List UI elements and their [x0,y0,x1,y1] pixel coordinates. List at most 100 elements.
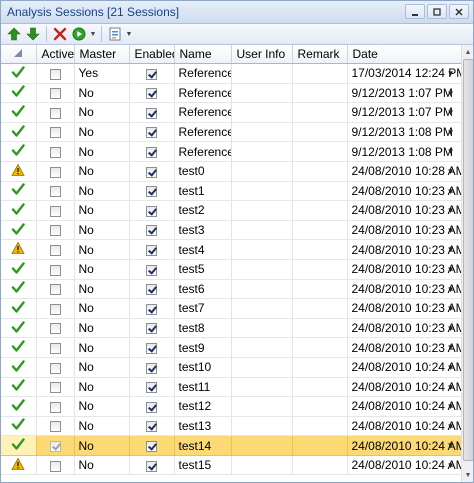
date-cell[interactable]: 24/08/2010 10:24 AM ▼ [347,357,462,378]
active-checkbox[interactable] [49,166,61,178]
active-cell[interactable] [36,318,75,339]
date-dropdown-button[interactable]: ▼ [447,441,455,450]
table-row[interactable]: No Reference2 9/12/2013 1:07 PM▼ [1,83,462,104]
remark-cell[interactable] [292,220,348,241]
date-cell[interactable]: 24/08/2010 10:24 AM ▼ [347,377,462,398]
name-cell[interactable]: Reference2 [174,83,232,104]
name-cell[interactable]: Reference3 [174,102,232,123]
table-row[interactable]: No test14 24/08/2010 10:24 AM ▼ [1,435,462,456]
enabled-cell[interactable] [129,337,175,358]
enabled-cell[interactable] [129,181,175,202]
active-cell[interactable] [36,416,75,437]
date-cell[interactable]: 24/08/2010 10:23 AM ▼ [347,318,462,339]
remark-cell[interactable] [292,141,348,162]
active-checkbox[interactable] [49,225,61,237]
user-info-cell[interactable] [231,416,293,437]
remark-cell[interactable] [292,396,348,417]
table-row[interactable]: No test11 24/08/2010 10:24 AM ▼ [1,377,462,398]
enabled-cell[interactable] [129,141,175,162]
active-cell[interactable] [36,63,75,84]
name-cell[interactable]: test12 [174,396,232,417]
active-cell[interactable] [36,298,75,319]
enabled-checkbox[interactable] [146,440,157,452]
table-row[interactable]: No test6 24/08/2010 10:23 AM ▼ [1,279,462,300]
table-row[interactable]: No Reference5 9/12/2013 1:08 PM▼ [1,141,462,162]
table-row[interactable]: No test5 24/08/2010 10:23 AM ▼ [1,259,462,280]
table-row[interactable]: No test13 24/08/2010 10:24 AM ▼ [1,416,462,437]
enabled-checkbox[interactable] [146,68,157,80]
active-checkbox[interactable] [49,421,61,433]
name-cell[interactable]: test2 [174,200,232,221]
remark-cell[interactable] [292,455,348,476]
scroll-thumb[interactable] [463,59,473,461]
enabled-checkbox[interactable] [146,323,157,335]
active-cell[interactable] [36,181,75,202]
vertical-scrollbar[interactable]: ▲ ▼ [461,45,473,482]
enabled-cell[interactable] [129,161,175,182]
minimize-button[interactable] [405,4,425,19]
scroll-up-button[interactable]: ▲ [463,46,473,58]
enabled-cell[interactable] [129,416,175,437]
remark-cell[interactable] [292,377,348,398]
user-info-cell[interactable] [231,435,293,456]
active-cell[interactable] [36,220,75,241]
enabled-cell[interactable] [129,318,175,339]
enabled-checkbox[interactable] [146,107,157,119]
enabled-checkbox[interactable] [146,460,157,472]
active-checkbox[interactable] [49,68,61,80]
table-row[interactable]: No Reference4 9/12/2013 1:08 PM▼ [1,122,462,143]
name-cell[interactable]: test14 [174,435,232,456]
active-checkbox[interactable] [49,127,61,139]
user-info-cell[interactable] [231,357,293,378]
date-cell[interactable]: 24/08/2010 10:23 AM ▼ [347,298,462,319]
user-info-cell[interactable] [231,239,293,260]
column-header-date[interactable]: Date [347,45,462,64]
enabled-checkbox[interactable] [146,127,157,139]
date-cell[interactable]: 24/08/2010 10:24 AM ▼ [347,396,462,417]
date-dropdown-button[interactable]: ▼ [447,285,455,294]
run-button[interactable] [70,25,88,43]
date-cell[interactable]: 9/12/2013 1:07 PM ▼ [347,102,462,123]
active-checkbox[interactable] [49,107,61,119]
user-info-cell[interactable] [231,83,293,104]
table-row[interactable]: No test10 24/08/2010 10:24 AM ▼ [1,357,462,378]
active-checkbox[interactable] [49,88,61,100]
remark-cell[interactable] [292,298,348,319]
remark-cell[interactable] [292,279,348,300]
name-cell[interactable]: test0 [174,161,232,182]
enabled-cell[interactable] [129,102,175,123]
name-cell[interactable]: Reference4 [174,122,232,143]
date-cell[interactable]: 24/08/2010 10:23 AM ▼ [347,337,462,358]
scroll-down-button[interactable]: ▼ [463,469,473,481]
date-dropdown-button[interactable]: ▼ [447,69,455,78]
delete-button[interactable] [51,25,69,43]
user-info-cell[interactable] [231,63,293,84]
name-cell[interactable]: Reference5 [174,141,232,162]
user-info-cell[interactable] [231,455,293,476]
name-cell[interactable]: test11 [174,377,232,398]
remark-cell[interactable] [292,200,348,221]
date-cell[interactable]: 24/08/2010 10:24 AM ▼ [347,455,462,476]
active-cell[interactable] [36,141,75,162]
table-row[interactable]: No test1 24/08/2010 10:23 AM ▼ [1,181,462,202]
remark-cell[interactable] [292,63,348,84]
enabled-checkbox[interactable] [146,264,157,276]
name-cell[interactable]: test5 [174,259,232,280]
enabled-cell[interactable] [129,259,175,280]
name-cell[interactable]: test10 [174,357,232,378]
active-checkbox[interactable] [49,147,61,158]
date-dropdown-button[interactable]: ▼ [447,383,455,392]
date-dropdown-button[interactable]: ▼ [447,324,455,333]
date-dropdown-button[interactable]: ▼ [447,363,455,372]
active-checkbox[interactable] [49,362,61,374]
user-info-cell[interactable] [231,318,293,339]
enabled-checkbox[interactable] [146,362,157,374]
enabled-cell[interactable] [129,455,175,476]
table-row[interactable]: No test0 24/08/2010 10:28 AM ▼ [1,161,462,182]
date-cell[interactable]: 24/08/2010 10:23 AM ▼ [347,220,462,241]
name-cell[interactable]: test1 [174,181,232,202]
enabled-cell[interactable] [129,220,175,241]
name-cell[interactable]: test3 [174,220,232,241]
name-cell[interactable]: test6 [174,279,232,300]
date-dropdown-button[interactable]: ▼ [447,343,455,352]
